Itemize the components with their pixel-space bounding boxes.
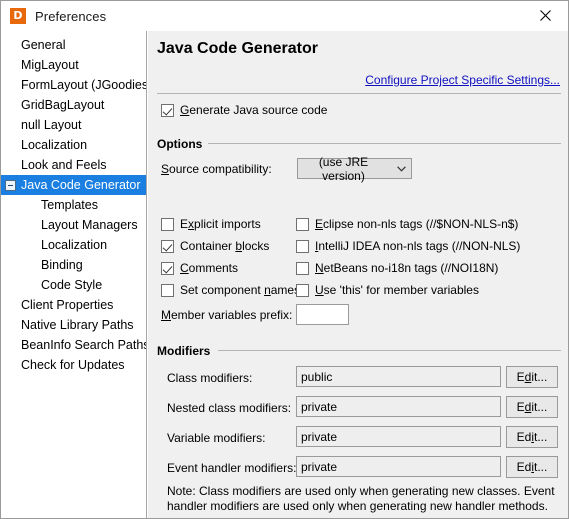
class-modifiers-input[interactable] [296,366,501,387]
checkbox-label: NetBeans no-i18n tags (//NOI18N) [315,261,499,275]
sidebar-item-label: Code Style [41,278,103,292]
title-bar: D Preferences [1,1,568,31]
class-modifiers-label: Class modifiers: [167,371,253,385]
sidebar-item-look-and-feels[interactable]: Look and Feels [1,155,146,175]
event-handler-modifiers-label: Event handler modifiers: [167,461,297,475]
sidebar-item-localization[interactable]: Localization [1,135,146,155]
checkbox-box [161,217,174,231]
sidebar-item-label: null Layout [21,118,82,132]
checkbox-box [296,283,309,297]
sidebar-item-label: Client Properties [21,298,114,312]
sidebar-item-label: MigLayout [21,58,79,72]
preferences-window: D Preferences General MigLayout FormLayout… [0,0,569,519]
settings-tree[interactable]: General MigLayout FormLayout (JGoodies) Gri… [1,31,147,518]
netbeans-no-i18n-tags-checkbox[interactable]: NetBeans no-i18n tags (//NOI18N) [296,261,498,275]
explicit-imports-checkbox[interactable]: Explicit imports [161,217,261,231]
jformdesigner-app-icon: D [10,8,26,24]
comments-checkbox[interactable]: Comments [161,261,238,275]
event-handler-modifiers-input[interactable] [296,456,501,477]
sidebar-item-beaninfo-search-paths[interactable]: BeanInfo Search Paths [1,335,146,355]
java-code-generator-panel: Java Code Generator Configure Project Sp… [148,31,568,518]
sidebar-item-label: General [21,38,66,52]
sidebar-item-miglayout[interactable]: MigLayout [1,55,146,75]
checkbox-label: Generate Java source code [180,103,328,117]
variable-modifiers-label: Variable modifiers: [167,431,266,445]
set-component-names-checkbox[interactable]: Set component names [161,283,300,297]
sidebar-item-label: Check for Updates [21,358,125,372]
checkbox-label: Eclipse non-nls tags (//$NON-NLS-n$) [315,217,519,231]
checkbox-box [161,239,174,253]
checkbox-label: Comments [180,261,239,275]
sidebar-item-label: Native Library Paths [21,318,134,332]
use-this-for-member-variables-checkbox[interactable]: Use 'this' for member variables [296,283,479,297]
variable-modifiers-input[interactable] [296,426,501,447]
sidebar-item-client-properties[interactable]: Client Properties [1,295,146,315]
sidebar-item-label: Templates [41,198,98,212]
sidebar-item-code-style[interactable]: Code Style [1,275,146,295]
source-compatibility-value: (use JRE version) [318,154,369,183]
window-body: General MigLayout FormLayout (JGoodies) Gri… [1,31,568,518]
close-icon[interactable] [522,1,568,30]
checkbox-box [296,239,309,253]
nested-class-modifiers-input[interactable] [296,396,501,417]
sidebar-item-label: Java Code Generator [21,178,141,192]
nested-class-modifiers-label: Nested class modifiers: [167,401,292,415]
nested-class-modifiers-edit-button[interactable]: Edit... [506,396,558,418]
sidebar-item-label: Localization [21,138,88,152]
configure-project-specific-settings-link[interactable]: Configure Project Specific Settings... [365,73,560,87]
modifiers-group-title: Modifiers [157,344,211,358]
checkbox-label: Use 'this' for member variables [315,283,479,297]
member-variables-prefix-label: Member variables prefix: [161,308,293,322]
source-compatibility-dropdown[interactable]: (use JRE version) [297,155,412,183]
modifiers-group-line [218,350,561,351]
sidebar-item-localization[interactable]: Localization [1,235,146,255]
sidebar-item-templates[interactable]: Templates [1,195,146,215]
sidebar-item-null-layout[interactable]: null Layout [1,115,146,135]
checkbox-label: IntelliJ IDEA non-nls tags (//NON-NLS) [315,239,521,253]
sidebar-item-label: Layout Managers [41,218,138,232]
sidebar-item-check-for-updates[interactable]: Check for Updates [1,355,146,375]
class-modifiers-edit-button[interactable]: Edit... [506,366,558,388]
checkbox-box [161,103,174,117]
app-icon-glyph: D [13,9,23,22]
checkbox-label: Set component names [180,283,301,297]
sidebar-item-general[interactable]: General [1,35,146,55]
options-group-title: Options [157,137,203,151]
sidebar-item-label: Binding [41,258,83,272]
variable-modifiers-edit-button[interactable]: Edit... [506,426,558,448]
intellij-idea-non-nls-tags-checkbox[interactable]: IntelliJ IDEA non-nls tags (//NON-NLS) [296,239,520,253]
sidebar-item-native-library-paths[interactable]: Native Library Paths [1,315,146,335]
checkbox-box [296,217,309,231]
checkbox-box [161,283,174,297]
source-compatibility-label: Source compatibility: [161,162,272,176]
sidebar-item-label: Localization [41,238,108,252]
sidebar-item-layout-managers[interactable]: Layout Managers [1,215,146,235]
tree-collapse-icon[interactable] [5,179,16,191]
sidebar-item-java-code-generator[interactable]: Java Code Generator [1,175,146,195]
checkbox-label: Explicit imports [180,217,261,231]
sidebar-item-formlayout-jgoodies[interactable]: FormLayout (JGoodies) [1,75,146,95]
window-title: Preferences [35,8,107,24]
chevron-down-icon [391,165,411,172]
sidebar-item-gridbaglayout[interactable]: GridBagLayout [1,95,146,115]
generate-java-source-code-checkbox[interactable]: Generate Java source code [161,103,327,117]
checkbox-box [161,261,174,275]
modifiers-note: Note: Class modifiers are used only when… [167,484,559,514]
sidebar-item-binding[interactable]: Binding [1,255,146,275]
container-blocks-checkbox[interactable]: Container blocks [161,239,269,253]
page-title: Java Code Generator [157,40,318,57]
member-variables-prefix-input[interactable] [296,304,349,325]
eclipse-non-nls-tags-checkbox[interactable]: Eclipse non-nls tags (//$NON-NLS-n$) [296,217,518,231]
sidebar-item-label: BeanInfo Search Paths [21,338,147,352]
sidebar-item-label: GridBagLayout [21,98,105,112]
sidebar-item-label: FormLayout (JGoodies) [21,78,147,92]
header-separator [157,93,561,94]
event-handler-modifiers-edit-button[interactable]: Edit... [506,456,558,478]
checkbox-box [296,261,309,275]
checkbox-label: Container blocks [180,239,270,253]
sidebar-item-label: Look and Feels [21,158,107,172]
modifiers-note-line2: modifiers are used only when generating … [210,499,548,513]
options-group-line [208,143,561,144]
